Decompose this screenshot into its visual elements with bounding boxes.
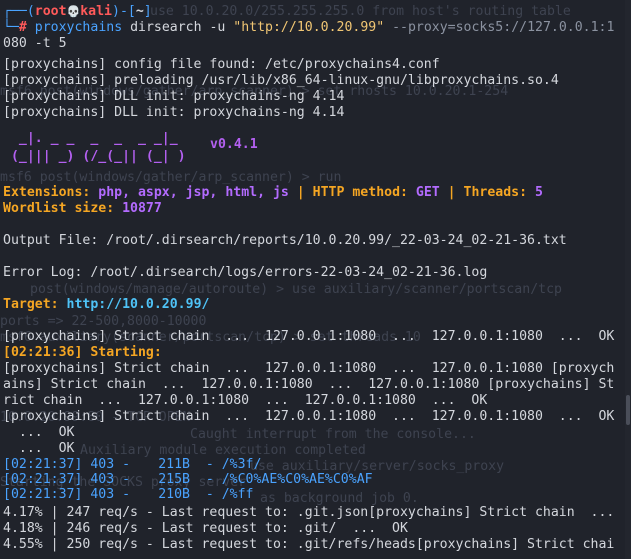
prompt-path: ~ xyxy=(135,4,144,19)
banner-version: v0.4.1 xyxy=(210,137,258,152)
proxychains-chain-line: ains] Strict chain ... 127.0.0.1:1080 ..… xyxy=(3,377,615,392)
wordlist-label: Wordlist size: xyxy=(3,201,123,216)
result-time: [02:21:37] xyxy=(3,472,83,487)
result-size: 215B xyxy=(158,472,190,487)
result-status: 403 xyxy=(90,472,115,487)
ghost-line: post(windows/manage/autoroute) > use aux… xyxy=(30,282,562,297)
result-row: [02:21:37] 403 - 210B - /%ff xyxy=(3,487,254,502)
skull-icon: 💀 xyxy=(66,5,81,18)
ghost-line: use 10.0.20.0/255.255.255.0 from host's … xyxy=(150,4,571,19)
proxychains-chain-line: rict chain ... 127.0.0.1:1080 ... 127.0.… xyxy=(3,393,488,408)
target-line: Target: http://10.0.20.99/ xyxy=(3,297,209,313)
result-size: 210B xyxy=(158,487,190,502)
result-row: [02:21:37] 403 - 215B - /%C0%AE%C0%AE%C0… xyxy=(3,472,373,487)
banner-art-line: (_||| _) (/_(_|| (_| ) xyxy=(3,149,186,164)
result-time: [02:21:37] xyxy=(3,457,83,472)
proxychains-chain-line: [proxychains] Strict chain ... 127.0.0.1… xyxy=(3,329,615,344)
terminal-scrollbar[interactable] xyxy=(625,0,631,559)
ghost-line: ports => 22-500,8000-10000 xyxy=(0,314,207,329)
progress-line: 4.18% | 246 req/s - Last request to: .gi… xyxy=(3,521,408,536)
proxychains-init-line: [proxychains] preloading /usr/lib/x86_64… xyxy=(3,73,559,88)
result-path: /%C0%AE%C0%AE%C0%AF xyxy=(221,472,373,487)
prompt-bracket-open: ┌──( xyxy=(3,4,35,19)
separator: | xyxy=(439,185,464,200)
prompt-bracket-mid: )-[ xyxy=(112,4,136,19)
target-url: http://10.0.20.99/ xyxy=(66,297,210,312)
prompt-user: root xyxy=(34,4,67,19)
command-line[interactable]: └─# proxychains dirsearch -u "http://10.… xyxy=(3,20,614,36)
command-args: dirsearch -u xyxy=(122,20,234,35)
ghost-line: Auxiliary module execution completed xyxy=(80,443,366,458)
output-file-line: Output File: /root/.dirsearch/reports/10… xyxy=(3,233,567,248)
starting-time: [02:21:36] xyxy=(3,345,83,360)
starting-label: Starting: xyxy=(82,345,162,360)
target-label: Target: xyxy=(3,297,67,312)
result-row: [02:21:37] 403 - 211B - /%3f/ xyxy=(3,457,262,472)
result-size: 211B xyxy=(158,457,190,472)
result-path: /%ff xyxy=(221,487,254,502)
progress-line: 4.17% | 247 req/s - Last request to: .gi… xyxy=(3,505,615,520)
proxychains-init-line: [proxychains] DLL init: proxychains-ng 4… xyxy=(3,89,345,104)
ghost-line: msf6 post(windows/gather/arp_scanner) > … xyxy=(0,170,342,185)
result-status: 403 xyxy=(90,457,115,472)
extensions-label: Extensions: xyxy=(3,185,99,200)
scrollbar-thumb[interactable] xyxy=(626,395,630,425)
starting-line: [02:21:36] Starting: xyxy=(3,345,162,361)
ghost-line: as background job 0. xyxy=(260,491,419,506)
wordlist-line: Wordlist size: 10877 xyxy=(3,201,162,217)
proxychains-init-line: [proxychains] DLL init: proxychains-ng 4… xyxy=(3,105,345,120)
http-method-label: HTTP method: xyxy=(312,185,416,200)
wordlist-value: 10877 xyxy=(122,201,162,216)
error-log-line: Error Log: /root/.dirsearch/logs/errors-… xyxy=(3,265,488,280)
proxychains-init-line: [proxychains] config file found: /etc/pr… xyxy=(3,57,440,72)
separator: | xyxy=(288,185,313,200)
config-line: Extensions: php, aspx, jsp, html, js | H… xyxy=(3,185,543,201)
proxychains-chain-line: [proxychains] Strict chain ... 127.0.0.1… xyxy=(3,361,615,376)
http-method-value: GET xyxy=(415,185,440,200)
threads-value: 5 xyxy=(535,185,543,200)
threads-label: Threads: xyxy=(463,185,536,200)
command-continuation: 080 -t 5 xyxy=(3,36,67,51)
progress-line: 4.55% | 250 req/s - Last request to: .gi… xyxy=(3,537,615,552)
extensions-value: php, aspx, jsp, html, js xyxy=(98,185,289,200)
prompt-bracket-end: ] xyxy=(143,4,152,19)
proxychains-chain-line: ... OK xyxy=(3,441,75,456)
prompt-corner: └─ xyxy=(3,20,19,35)
command-proxy-flag: --proxy=socks5://127.0.0.1:1 xyxy=(384,20,615,35)
prompt-hash: # xyxy=(18,20,27,35)
prompt-line-1: ┌──(root💀kali)-[~] xyxy=(3,4,152,20)
result-time: [02:21:37] xyxy=(3,487,83,502)
command-tool: proxychains xyxy=(34,20,123,35)
banner-art-line: _|. _ _ _ _ _ _|_ xyxy=(3,131,178,146)
result-path: /%3f/ xyxy=(221,457,262,472)
proxychains-chain-line: ... OK xyxy=(3,425,75,440)
ghost-line: Caught interrupt from the console... xyxy=(190,427,476,442)
prompt-host: kali xyxy=(80,4,112,19)
result-status: 403 xyxy=(90,487,115,502)
proxychains-chain-line: [proxychains] Strict chain ... 127.0.0.1… xyxy=(3,409,615,424)
command-url: "http://10.0.20.99" xyxy=(233,20,385,35)
